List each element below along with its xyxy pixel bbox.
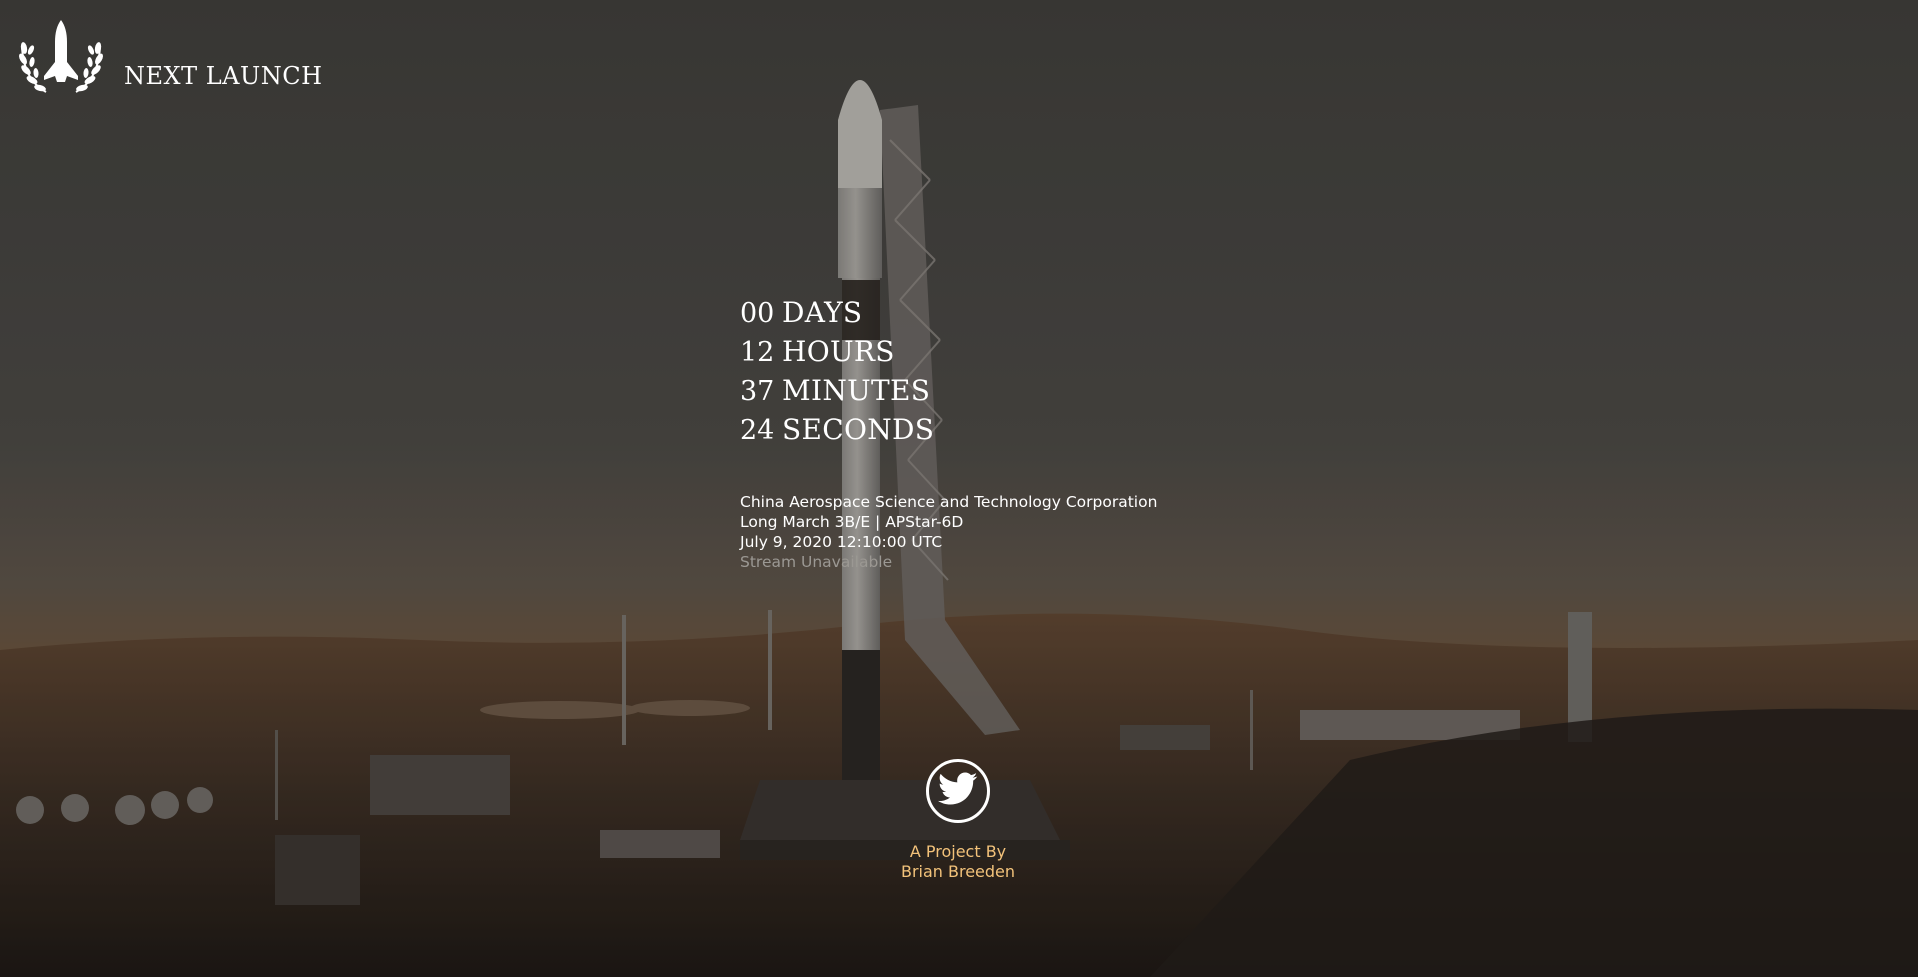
page-title: NEXT LAUNCH — [124, 62, 323, 90]
twitter-button[interactable] — [926, 759, 990, 823]
background-scene — [0, 0, 1918, 977]
credit-author-link[interactable]: Brian Breeden — [858, 862, 1058, 882]
days-value: 00 — [740, 298, 775, 329]
seconds-value: 24 — [740, 415, 775, 446]
launch-mission: Long March 3B/E | APStar-6D — [740, 513, 964, 531]
countdown-seconds: 24 SECONDS — [740, 413, 934, 452]
launch-date: July 9, 2020 12:10:00 UTC — [740, 533, 943, 551]
days-label: DAYS — [782, 296, 863, 329]
launch-details: China Aerospace Science and Technology C… — [740, 492, 1157, 572]
stream-status: Stream Unavailable — [740, 553, 893, 571]
countdown: 00 DAYS 12 HOURS 37 MINUTES 24 SECONDS — [740, 296, 934, 452]
shuttle-laurel-icon[interactable] — [18, 18, 104, 96]
countdown-minutes: 37 MINUTES — [740, 374, 934, 413]
minutes-value: 37 — [740, 376, 775, 407]
hours-value: 12 — [740, 337, 775, 368]
countdown-hours: 12 HOURS — [740, 335, 934, 374]
countdown-days: 00 DAYS — [740, 296, 934, 335]
seconds-label: SECONDS — [782, 413, 935, 446]
twitter-bird-icon — [938, 772, 978, 811]
minutes-label: MINUTES — [782, 374, 931, 407]
hours-label: HOURS — [782, 335, 895, 368]
credit-line1: A Project By — [909, 842, 1007, 861]
credit: A Project By Brian Breeden — [858, 842, 1058, 882]
launch-provider: China Aerospace Science and Technology C… — [740, 493, 1158, 511]
